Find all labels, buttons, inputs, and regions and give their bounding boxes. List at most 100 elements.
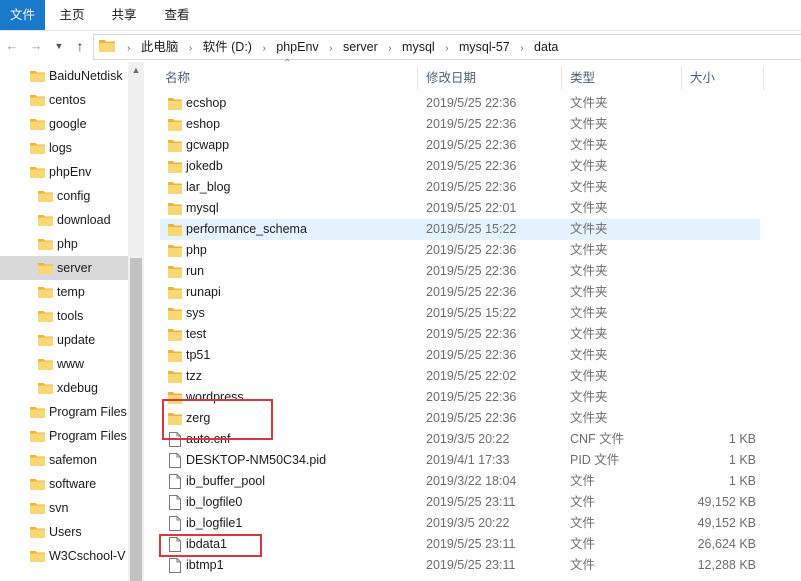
table-row[interactable]: ecshop 2019/5/25 22:36 文件夹: [160, 93, 760, 114]
table-row[interactable]: ibtmp1 2019/5/25 23:11 文件 12,288 KB: [160, 555, 760, 576]
recent-locations-chevron-icon[interactable]: ▼: [49, 36, 69, 56]
table-row[interactable]: tp51 2019/5/25 22:36 文件夹: [160, 345, 760, 366]
table-row[interactable]: ib_buffer_pool 2019/3/22 18:04 文件 1 KB: [160, 471, 760, 492]
sidebar-item[interactable]: server: [0, 256, 128, 280]
file-type: 文件夹: [570, 369, 608, 383]
navigation-pane-scrollbar[interactable]: ▲: [128, 62, 144, 581]
column-header-type[interactable]: 类型: [570, 62, 595, 94]
file-icon: [169, 516, 181, 531]
table-row[interactable]: gcwapp 2019/5/25 22:36 文件夹: [160, 135, 760, 156]
breadcrumb-drive-d[interactable]: 软件 (D:): [203, 35, 252, 59]
table-row[interactable]: sys 2019/5/25 15:22 文件夹: [160, 303, 760, 324]
file-modified-date: 2019/3/5 20:22: [426, 516, 510, 530]
file-modified-date: 2019/5/25 22:02: [426, 369, 517, 383]
breadcrumb-mysql[interactable]: mysql: [402, 35, 435, 59]
table-row[interactable]: tzz 2019/5/25 22:02 文件夹: [160, 366, 760, 387]
breadcrumb-data[interactable]: data: [534, 35, 558, 59]
file-modified-date: 2019/5/25 22:36: [426, 159, 517, 173]
folder-icon: [38, 215, 53, 226]
file-modified-date: 2019/5/25 15:22: [426, 306, 517, 320]
navigation-bar: ← → ▼ ↑ › 此电脑 › 软件 (D:) › phpEnv › serve…: [0, 31, 801, 61]
column-divider[interactable]: [417, 66, 418, 90]
table-row[interactable]: eshop 2019/5/25 22:36 文件夹: [160, 114, 760, 135]
table-row[interactable]: lar_blog 2019/5/25 22:36 文件夹: [160, 177, 760, 198]
sidebar-item[interactable]: logs: [0, 136, 128, 160]
scrollbar-thumb[interactable]: [130, 258, 142, 581]
file-name: lar_blog: [186, 180, 231, 194]
sidebar-item[interactable]: Program Files: [0, 424, 128, 448]
sidebar-item-label: phpEnv: [49, 165, 92, 179]
sidebar-item[interactable]: centos: [0, 88, 128, 112]
sidebar-item[interactable]: safemon: [0, 448, 128, 472]
file-name: ecshop: [186, 96, 227, 110]
back-arrow-icon[interactable]: ←: [2, 36, 22, 56]
breadcrumb-this-pc[interactable]: 此电脑: [141, 35, 179, 59]
folder-icon: [168, 245, 182, 257]
file-type: 文件夹: [570, 180, 608, 194]
breadcrumb-phpenv[interactable]: phpEnv: [276, 35, 318, 59]
folder-icon: [30, 527, 45, 538]
tab-view[interactable]: 查看: [162, 0, 192, 30]
sidebar-item[interactable]: download: [0, 208, 128, 232]
sidebar-item[interactable]: Users: [0, 520, 128, 544]
folder-icon: [168, 371, 182, 383]
column-header-size[interactable]: 大小: [690, 62, 715, 94]
sidebar-item[interactable]: google: [0, 112, 128, 136]
sidebar-item[interactable]: Program Files: [0, 400, 128, 424]
navigation-pane: BaiduNetdisk centos google logs phpEnv config…: [0, 62, 144, 581]
column-divider[interactable]: [763, 66, 764, 90]
scroll-up-icon[interactable]: ▲: [131, 65, 141, 75]
table-row[interactable]: php 2019/5/25 22:36 文件夹: [160, 240, 760, 261]
sidebar-item[interactable]: svn: [0, 496, 128, 520]
breadcrumb-mysql-57[interactable]: mysql-57: [459, 35, 510, 59]
table-row[interactable]: performance_schema 2019/5/25 15:22 文件夹: [160, 219, 760, 240]
table-row[interactable]: DESKTOP-NM50C34.pid 2019/4/1 17:33 PID 文件 1…: [160, 450, 760, 471]
file-type: 文件夹: [570, 348, 608, 362]
forward-arrow-icon[interactable]: →: [26, 36, 46, 56]
table-row[interactable]: ib_logfile0 2019/5/25 23:11 文件 49,152 KB: [160, 492, 760, 513]
sidebar-item[interactable]: W3Cschool-V: [0, 544, 128, 568]
sidebar-item[interactable]: BaiduNetdisk: [0, 64, 128, 88]
tab-share[interactable]: 共享: [109, 0, 139, 30]
table-row[interactable]: ib_logfile1 2019/3/5 20:22 文件 49,152 KB: [160, 513, 760, 534]
column-divider[interactable]: [681, 66, 682, 90]
file-type: CNF 文件: [570, 432, 625, 446]
sidebar-item[interactable]: phpEnv: [0, 160, 128, 184]
sidebar-item-label: W3Cschool-V: [49, 549, 126, 563]
file-icon: [169, 474, 181, 489]
tab-home[interactable]: 主页: [57, 0, 87, 30]
sidebar-item[interactable]: software: [0, 472, 128, 496]
file-name: mysql: [186, 201, 219, 215]
sidebar-item[interactable]: tools: [0, 304, 128, 328]
file-type: 文件夹: [570, 117, 608, 131]
folder-icon: [38, 287, 53, 298]
sidebar-item[interactable]: xdebug: [0, 376, 128, 400]
file-name: run: [186, 264, 205, 278]
column-header-name[interactable]: 名称: [165, 62, 190, 94]
breadcrumb-server[interactable]: server: [343, 35, 378, 59]
table-row[interactable]: mysql 2019/5/25 22:01 文件夹: [160, 198, 760, 219]
sidebar-item[interactable]: temp: [0, 280, 128, 304]
address-bar[interactable]: › 此电脑 › 软件 (D:) › phpEnv › server › mysq…: [93, 34, 801, 60]
file-type: 文件夹: [570, 264, 608, 278]
sidebar-item-label: logs: [49, 141, 72, 155]
sidebar-item[interactable]: php: [0, 232, 128, 256]
table-row[interactable]: run 2019/5/25 22:36 文件夹: [160, 261, 760, 282]
table-row[interactable]: test 2019/5/25 22:36 文件夹: [160, 324, 760, 345]
file-type: 文件夹: [570, 306, 608, 320]
breadcrumb: › 此电脑 › 软件 (D:) › phpEnv › server › mysq…: [120, 35, 558, 59]
sidebar-item[interactable]: config: [0, 184, 128, 208]
file-icon: [169, 453, 181, 468]
tab-file[interactable]: 文件: [0, 0, 45, 30]
column-header-date[interactable]: 修改日期: [426, 62, 476, 94]
file-name: runapi: [186, 285, 221, 299]
column-divider[interactable]: [561, 66, 562, 90]
sidebar-item[interactable]: update: [0, 328, 128, 352]
table-row[interactable]: jokedb 2019/5/25 22:36 文件夹: [160, 156, 760, 177]
up-arrow-icon[interactable]: ↑: [70, 36, 90, 56]
table-row[interactable]: runapi 2019/5/25 22:36 文件夹: [160, 282, 760, 303]
sidebar-item-label: server: [57, 261, 92, 275]
folder-icon: [38, 191, 53, 202]
sidebar-item[interactable]: www: [0, 352, 128, 376]
file-type: PID 文件: [570, 453, 620, 467]
